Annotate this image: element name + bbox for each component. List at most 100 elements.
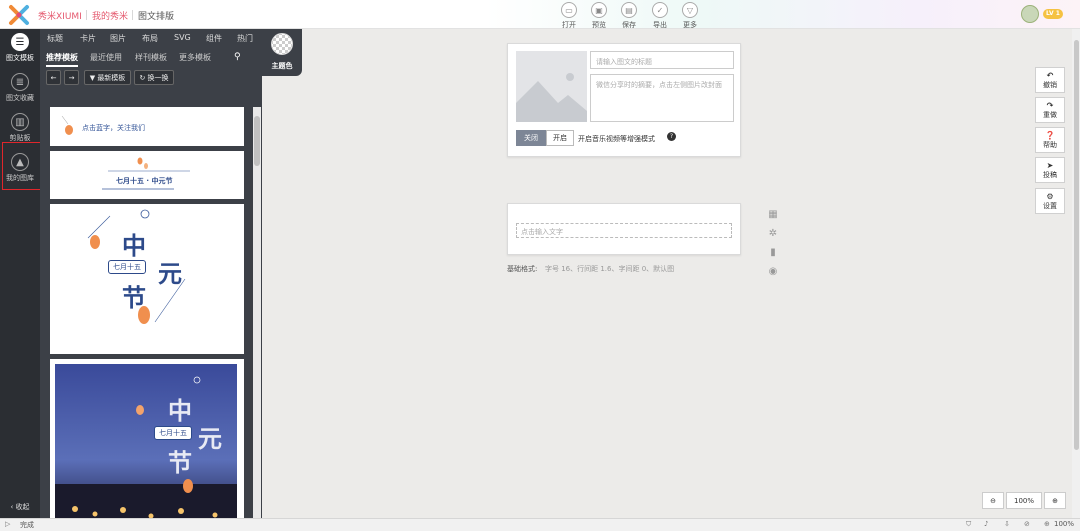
rail-item-favorites[interactable]: ≣ 图文收藏	[0, 73, 40, 103]
cover-image[interactable]	[516, 51, 587, 122]
preview-icon: ▣	[591, 2, 607, 18]
panel-scrollbar-thumb[interactable]	[254, 116, 260, 166]
page-scrollbar-thumb[interactable]	[1074, 40, 1079, 450]
tab-component[interactable]: 组件	[206, 33, 222, 44]
my-xiumi-link[interactable]: 我的秀米	[92, 9, 128, 22]
big-char: 元	[198, 425, 222, 453]
music-hint: 开启音乐视频等增强模式	[578, 135, 655, 143]
preview-label: 预览	[592, 21, 606, 29]
divider	[86, 10, 87, 20]
text-input[interactable]: 点击输入文字	[516, 223, 732, 238]
speaker-icon: ♪	[984, 520, 989, 528]
settings-button[interactable]: ⚙ 设置	[1035, 188, 1065, 214]
latest-filter-label: 最新模板	[97, 73, 126, 82]
rail-item-clipboard[interactable]: ▥ 剪贴板	[0, 113, 40, 143]
submit-button[interactable]: ➤ 投稿	[1035, 157, 1065, 183]
subtab-recent[interactable]: 最近使用	[90, 52, 122, 63]
save-label: 保存	[622, 21, 636, 29]
save-button[interactable]: ▤ 保存	[615, 2, 643, 30]
tab-hot[interactable]: 热门	[237, 33, 253, 44]
export-button[interactable]: ✓ 导出	[646, 2, 674, 30]
toggle-on-button[interactable]: 开启	[546, 130, 574, 146]
theme-color-label: 主题色	[271, 62, 293, 70]
collapse-label: 收起	[15, 503, 30, 511]
gear-icon: ⚙	[1046, 192, 1054, 201]
panel-scrollbar[interactable]	[253, 107, 261, 518]
status-zoom: 100%	[1054, 520, 1075, 528]
template-card[interactable]: 七月十五 · 中元节	[50, 151, 244, 199]
help-icon[interactable]: ?	[667, 132, 676, 141]
chevron-left-icon: ‹	[10, 503, 14, 511]
collapse-button[interactable]: ‹ 收起	[0, 502, 40, 512]
folder-icon: ▭	[561, 2, 577, 18]
sub-tabs: 推荐模板 最近使用 样刊模板 更多模板 ⚲	[40, 49, 262, 67]
more-label: 更多	[683, 21, 697, 29]
toggle-off-button[interactable]: 关闭	[516, 130, 546, 146]
search-icon[interactable]: ⚲	[234, 52, 241, 62]
bar-chart-icon[interactable]: ▮	[767, 247, 779, 259]
zoom-icon: ⊕	[1044, 520, 1050, 528]
redo-button[interactable]: ↷ 重做	[1035, 97, 1065, 123]
chevron-down-icon: ▽	[682, 2, 698, 18]
gear-icon[interactable]: ✲	[767, 228, 779, 240]
xiumi-logo[interactable]	[8, 4, 30, 26]
text-card: 点击输入文字	[507, 203, 741, 255]
template-list: 点击蓝字，关注我们 七月十五 · 中元节 中 元 节 七月十五 中 元 节 七月…	[48, 103, 254, 518]
back-button[interactable]: ←	[46, 70, 61, 85]
card-text: 七月十五 · 中元节	[116, 177, 173, 185]
rail-item-label: 图文模板	[6, 54, 34, 62]
undo-label: 撤销	[1043, 81, 1057, 89]
save-icon: ▤	[621, 2, 637, 18]
template-card[interactable]: 中 元 节 七月十五	[50, 359, 244, 518]
image-placeholder-icon	[516, 73, 587, 122]
tab-svg[interactable]: SVG	[174, 33, 191, 42]
latest-filter-button[interactable]: ▼ 最新模板	[84, 70, 131, 85]
eye-icon[interactable]: ◉	[767, 266, 779, 278]
title-input[interactable]: 请输入图文的标题	[590, 51, 734, 69]
help-icon: ❓	[1045, 131, 1055, 140]
redo-label: 重做	[1043, 111, 1057, 119]
rail-item-templates[interactable]: ☰ 图文模板	[0, 33, 40, 63]
avatar[interactable]	[1021, 5, 1039, 23]
cover-card: 请输入图文的标题 微信分享时的摘要，点击左侧图片改封面 关闭 开启 开启音乐视频…	[507, 43, 741, 157]
clipboard-icon: ▥	[11, 113, 29, 131]
big-char: 中	[122, 232, 146, 260]
refresh-button[interactable]: ↻ 换一换	[134, 70, 174, 85]
subtab-sample[interactable]: 样刊模板	[135, 52, 167, 63]
date-tag: 七月十五	[108, 260, 146, 274]
check-icon: ✓	[652, 2, 668, 18]
grid-icon[interactable]: ▦	[767, 209, 779, 221]
subtab-more[interactable]: 更多模板	[179, 52, 211, 63]
help-label: 帮助	[1043, 141, 1057, 149]
date-tag: 七月十五	[154, 426, 192, 440]
template-card[interactable]: 中 元 节 七月十五	[50, 204, 244, 354]
download-icon: ⇩	[1004, 520, 1010, 528]
big-char: 节	[122, 284, 146, 312]
left-rail: ☰ 图文模板 ≣ 图文收藏 ▥ 剪贴板 ▲ 我的图库 ‹ 收起	[0, 29, 40, 518]
play-icon: ▷	[5, 520, 11, 528]
lantern-icon	[61, 116, 73, 135]
more-button[interactable]: ▽ 更多	[676, 2, 704, 30]
template-card[interactable]: 点击蓝字，关注我们	[50, 107, 244, 146]
tab-image[interactable]: 图片	[110, 33, 126, 44]
category-tabs: 标题 卡片 图片 布局 SVG 组件 热门	[40, 29, 262, 49]
status-text: 完成	[20, 521, 34, 529]
subtab-recommended[interactable]: 推荐模板	[46, 52, 78, 67]
zoom-in-button[interactable]: ⊕	[1044, 492, 1066, 509]
document-icon: ≣	[11, 73, 29, 91]
summary-input[interactable]: 微信分享时的摘要，点击左侧图片改封面	[590, 74, 734, 122]
preview-button[interactable]: ▣ 预览	[585, 2, 613, 30]
brand-link[interactable]: 秀米XIUMI	[38, 9, 82, 22]
title-decoration	[102, 157, 190, 190]
block-icon: ⊘	[1024, 520, 1030, 528]
zoom-out-button[interactable]: ⊖	[982, 492, 1004, 509]
tab-layout[interactable]: 布局	[142, 33, 158, 44]
forward-button[interactable]: →	[64, 70, 79, 85]
tab-title[interactable]: 标题	[47, 33, 63, 44]
zhongyuan-illustration	[87, 209, 186, 324]
open-button[interactable]: ▭ 打开	[555, 2, 583, 30]
theme-color-button[interactable]: 主题色	[262, 29, 302, 76]
undo-button[interactable]: ↶ 撤销	[1035, 67, 1065, 93]
tab-card[interactable]: 卡片	[80, 33, 96, 44]
help-button[interactable]: ❓ 帮助	[1035, 127, 1065, 153]
